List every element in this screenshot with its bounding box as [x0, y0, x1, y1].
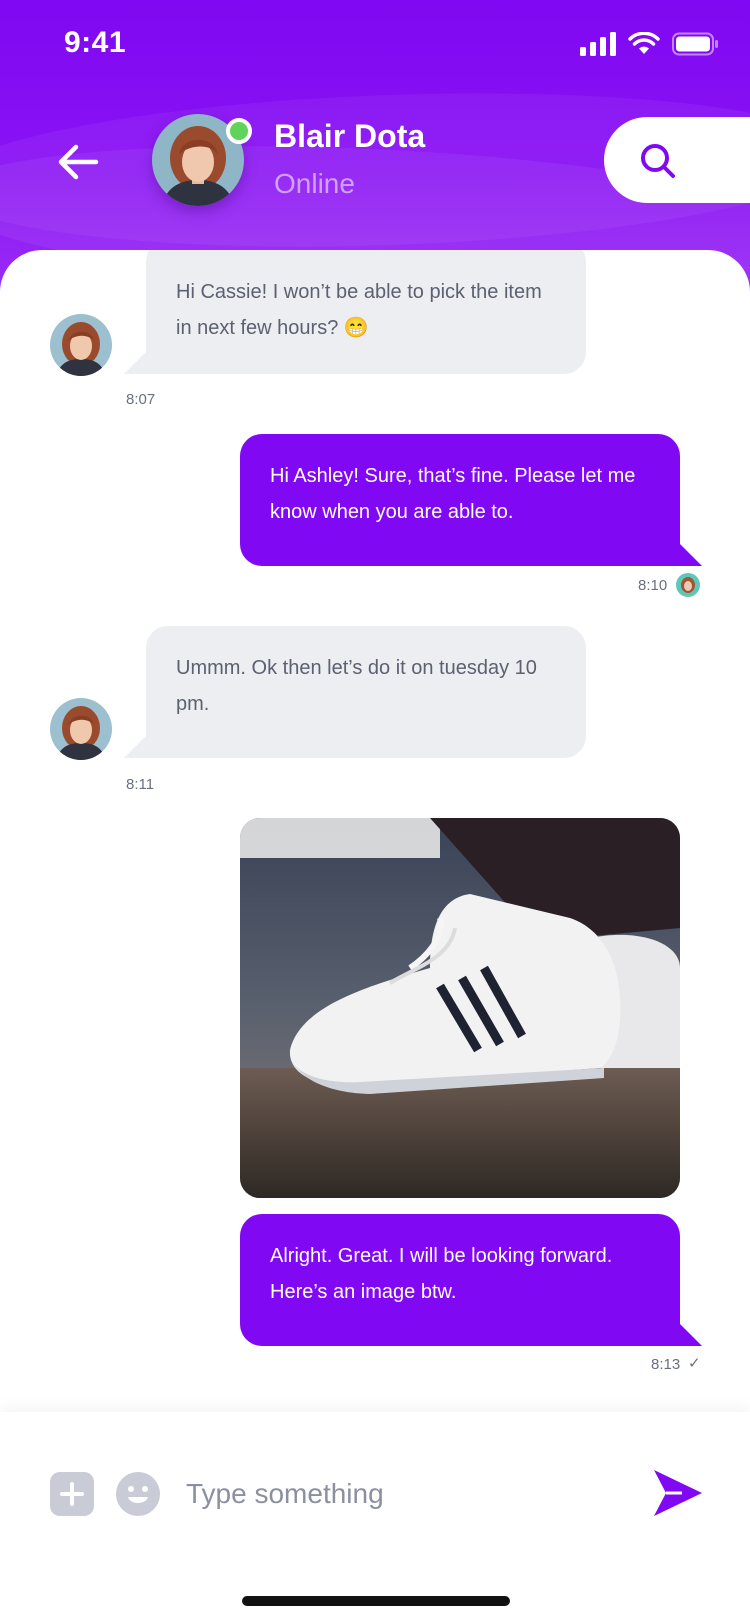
sneaker-photo[interactable] [240, 818, 680, 1198]
message-time: 8:13 [651, 1356, 681, 1373]
bubble-tail [680, 1324, 702, 1346]
status-bar: 9:41 [0, 0, 750, 90]
bubble-tail [124, 736, 146, 758]
sender-avatar [50, 314, 112, 376]
message-bubble-outgoing[interactable]: Alright. Great. I will be looking forwar… [240, 1214, 680, 1346]
arrow-left-icon [58, 144, 99, 180]
home-indicator [242, 1596, 510, 1606]
send-icon [654, 1470, 702, 1516]
status-time: 9:41 [64, 26, 127, 59]
message-time: 8:07 [126, 391, 156, 408]
cellular-signal-icon [580, 32, 616, 56]
bubble-tail [124, 352, 146, 374]
message-bubble-incoming[interactable]: Hi Cassie! I won’t be able to pick the i… [146, 250, 586, 374]
wifi-icon [628, 32, 660, 54]
message-list[interactable]: Hi Cassie! I won’t be able to pick the i… [0, 250, 750, 1410]
message-input-bar [0, 1412, 750, 1624]
message-time: 8:10 [638, 577, 668, 594]
search-button[interactable] [604, 117, 750, 203]
contact-status: Online [274, 168, 355, 199]
read-checkmark: ✓ [688, 1355, 701, 1372]
online-indicator [226, 118, 252, 144]
battery-icon [672, 32, 718, 56]
back-button[interactable] [52, 136, 104, 188]
search-icon [641, 144, 675, 178]
message-input[interactable] [186, 1464, 606, 1524]
send-button[interactable] [652, 1468, 704, 1518]
message-bubble-outgoing[interactable]: Hi Ashley! Sure, that’s fine. Please let… [240, 434, 680, 566]
read-receipt-avatar [676, 573, 700, 597]
bubble-tail [680, 544, 702, 566]
contact-name: Blair Dota [274, 118, 426, 154]
sneaker-photo-image [240, 818, 680, 1198]
status-icons [580, 32, 720, 56]
plus-icon [60, 1482, 84, 1506]
add-attachment-button[interactable] [50, 1472, 94, 1516]
sender-avatar [50, 698, 112, 760]
smiley-icon [116, 1472, 160, 1516]
message-bubble-incoming[interactable]: Ummm. Ok then let’s do it on tuesday 10 … [146, 626, 586, 758]
emoji-button[interactable] [116, 1472, 160, 1516]
message-time: 8:11 [126, 776, 155, 793]
